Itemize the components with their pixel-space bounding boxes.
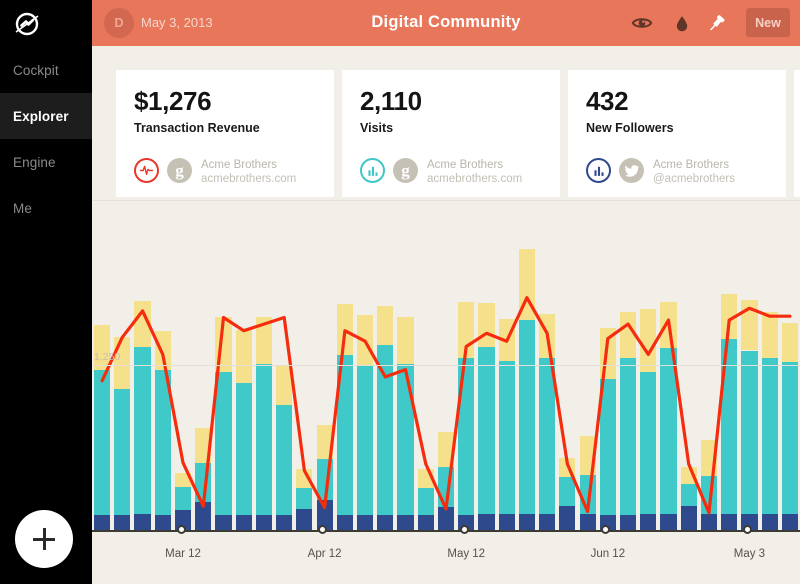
account-name: Acme Brothers <box>653 159 730 171</box>
sidebar-item-engine[interactable]: Engine <box>0 139 92 185</box>
app-logo-icon[interactable] <box>12 9 42 39</box>
metric-card[interactable]: 432 New Followers Acme Brothers @acmebrothe… <box>568 70 786 197</box>
metric-value: 2,110 <box>360 86 422 116</box>
account-name: Acme Brothers <box>201 159 278 171</box>
chart-x-tick[interactable] <box>459 525 469 534</box>
chart-x-tick[interactable] <box>318 525 328 534</box>
chart-y-tick-label: 1,250 <box>94 351 121 363</box>
chart-x-tick-label: May 12 <box>447 548 486 560</box>
chart-x-tick[interactable] <box>176 525 186 534</box>
chart-x-tick[interactable] <box>601 525 611 534</box>
sidebar-item-me[interactable]: Me <box>0 185 92 231</box>
metric-value: $1,276 <box>134 86 212 116</box>
chart-gridline <box>92 200 800 201</box>
account-handle: @acmebrothers <box>653 173 735 185</box>
droplet-icon[interactable] <box>670 11 694 35</box>
google-icon[interactable]: g <box>167 158 192 183</box>
metric-card[interactable]: 2,110 Visits g Acme Brothers acmebrothers.co… <box>342 70 560 197</box>
eye-icon[interactable] <box>630 11 654 35</box>
account-info: Acme Brothers acmebrothers.com <box>201 158 296 186</box>
google-icon[interactable]: g <box>393 158 418 183</box>
bar-chart-icon[interactable] <box>586 158 611 183</box>
metric-card[interactable]: 2Neg <box>794 70 800 197</box>
account-info: Acme Brothers @acmebrothers <box>653 158 735 186</box>
twitter-icon[interactable] <box>619 158 644 183</box>
chart-x-axis <box>92 530 800 532</box>
chart-x-tick-label: Apr 12 <box>307 548 342 560</box>
chart-x-tick-label: Jun 12 <box>590 548 626 560</box>
chart-gridline <box>92 365 800 366</box>
metric-cards-row: $1,276 Transaction Revenue g Acme Brothers a… <box>92 46 800 200</box>
sidebar-item-cockpit[interactable]: Cockpit <box>0 47 92 93</box>
metric-label: Transaction Revenue <box>134 121 260 135</box>
account-info: Acme Brothers acmebrothers.com <box>427 158 522 186</box>
sidebar-item-explorer[interactable]: Explorer <box>0 93 92 139</box>
new-button[interactable]: New <box>746 8 790 37</box>
chart-x-tick-label: May 3 <box>733 548 766 560</box>
metric-label: Visits <box>360 121 394 135</box>
add-button[interactable] <box>15 510 73 568</box>
metric-label: New Followers <box>586 121 674 135</box>
sidebar-item-label: Explorer <box>13 108 69 124</box>
sidebar-item-label: Me <box>13 200 32 216</box>
bar-chart-icon[interactable] <box>360 158 385 183</box>
metric-value: 432 <box>586 86 629 116</box>
sidebar-item-label: Cockpit <box>13 62 59 78</box>
pin-icon[interactable] <box>704 11 728 35</box>
chart-x-tick-label: Mar 12 <box>165 548 201 560</box>
account-handle: acmebrothers.com <box>427 173 523 185</box>
chart-panel: 2,5001,250Mar 12Apr 12May 12Jun 12May 3 <box>92 200 800 584</box>
account-handle: acmebrothers.com <box>201 173 297 185</box>
chart-x-tick[interactable] <box>742 525 752 534</box>
plus-icon-vertical <box>42 528 46 550</box>
sidebar-item-label: Engine <box>13 154 56 170</box>
header-bar: D May 3, 2013 Digital Community New <box>92 0 800 46</box>
sidebar: Cockpit Explorer Engine Me <box>0 0 92 584</box>
pulse-icon[interactable] <box>134 158 159 183</box>
metric-card[interactable]: $1,276 Transaction Revenue g Acme Brothers a… <box>116 70 334 197</box>
app-root: Cockpit Explorer Engine Me D May 3, 2013… <box>0 0 800 584</box>
account-name: Acme Brothers <box>427 159 504 171</box>
